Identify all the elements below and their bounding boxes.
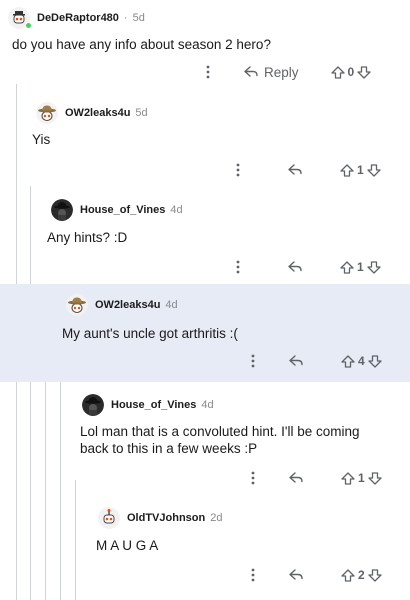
dark-hat-avatar-icon[interactable] — [51, 199, 73, 221]
comment-body: Any hints? :D — [47, 230, 128, 245]
comment-username[interactable]: OW2leaks4u — [65, 107, 130, 119]
more-options-icon[interactable] — [247, 471, 259, 485]
vote-count: 2 — [358, 568, 365, 582]
comment: OldTVJohnson 2d M A U G A 2 — [0, 494, 410, 600]
comment: DeDeRaptor480 · 5d do you have any info … — [0, 0, 410, 88]
reply-button[interactable] — [289, 355, 303, 367]
upvote-icon[interactable] — [341, 471, 355, 485]
reply-button[interactable] — [288, 261, 302, 273]
vote-count: 1 — [357, 163, 364, 177]
vote-controls: 0 — [330, 65, 372, 79]
comment-body-line: Lol man that is a convoluted hint. I'll … — [80, 424, 360, 439]
reply-arrow-icon — [244, 66, 258, 78]
upvote-icon[interactable] — [340, 163, 354, 177]
comment-age: 5d — [132, 12, 145, 24]
vote-controls: 4 — [341, 354, 382, 368]
reply-arrow-icon — [289, 569, 303, 581]
comment-body: do you have any info about season 2 hero… — [12, 37, 271, 52]
comment-age: 5d — [135, 107, 148, 119]
comment-body: M A U G A — [96, 538, 159, 553]
more-options-icon[interactable] — [232, 163, 244, 177]
comment-age: 2d — [210, 512, 223, 524]
vote-count: 0 — [347, 65, 355, 79]
comment-age: 4d — [165, 299, 178, 311]
downvote-icon[interactable] — [368, 471, 382, 485]
more-options-icon[interactable] — [202, 65, 214, 79]
reply-arrow-icon — [289, 355, 303, 367]
more-options-icon[interactable] — [247, 354, 259, 368]
comment-body: My aunt's uncle got arthritis :( — [62, 326, 238, 341]
vote-controls: 1 — [341, 471, 382, 485]
robot-avatar-icon[interactable] — [98, 507, 120, 529]
downvote-icon[interactable] — [367, 260, 381, 274]
vote-controls: 1 — [340, 260, 381, 274]
reply-arrow-icon — [288, 261, 302, 273]
comment-age: 4d — [170, 204, 183, 216]
reply-arrow-icon — [289, 472, 303, 484]
reply-arrow-icon — [288, 164, 302, 176]
comment-body: Lol man that is a convoluted hint. I'll … — [80, 423, 400, 457]
reply-button[interactable]: Reply — [244, 65, 299, 80]
comment: House_of_Vines 4d Lol man that is a conv… — [0, 382, 410, 494]
vote-count: 1 — [357, 260, 364, 274]
upvote-icon[interactable] — [340, 260, 354, 274]
vote-count: 4 — [358, 354, 365, 368]
more-options-icon[interactable] — [247, 568, 259, 582]
upvote-icon[interactable] — [341, 568, 355, 582]
comment-username[interactable]: House_of_Vines — [80, 204, 165, 216]
upvote-icon[interactable] — [341, 354, 355, 368]
comment-username[interactable]: DeDeRaptor480 — [37, 12, 119, 24]
dark-hat-avatar-icon[interactable] — [82, 394, 104, 416]
comment-age: 4d — [201, 399, 214, 411]
downvote-icon[interactable] — [367, 163, 381, 177]
comment: OW2leaks4u 5d Yis 1 — [0, 88, 410, 186]
more-options-icon[interactable] — [232, 260, 244, 274]
vote-controls: 1 — [340, 163, 381, 177]
downvote-icon[interactable] — [357, 65, 371, 79]
downvote-icon[interactable] — [368, 568, 382, 582]
reply-button[interactable] — [289, 472, 303, 484]
comment-username[interactable]: OW2leaks4u — [95, 299, 160, 311]
downvote-icon[interactable] — [368, 354, 382, 368]
comment-username[interactable]: OldTVJohnson — [127, 512, 205, 524]
cowboy-hat-avatar-icon[interactable] — [66, 294, 88, 316]
reply-label: Reply — [264, 64, 299, 80]
comment-highlighted: OW2leaks4u 4d My aunt's uncle got arthri… — [0, 284, 410, 382]
reply-button[interactable] — [288, 164, 302, 176]
upvote-icon[interactable] — [330, 65, 345, 79]
reply-button[interactable] — [289, 569, 303, 581]
meta-separator: · — [123, 12, 128, 24]
comment-body: Yis — [32, 132, 51, 147]
cowboy-hat-avatar-icon[interactable] — [36, 102, 58, 124]
comment: House_of_Vines 4d Any hints? :D 1 — [0, 186, 410, 284]
comment-username[interactable]: House_of_Vines — [111, 399, 196, 411]
comment-body-line: back to this in a few weeks :P — [80, 441, 258, 456]
vote-count: 1 — [358, 471, 365, 485]
online-status-dot — [25, 22, 32, 29]
vote-controls: 2 — [341, 568, 382, 582]
